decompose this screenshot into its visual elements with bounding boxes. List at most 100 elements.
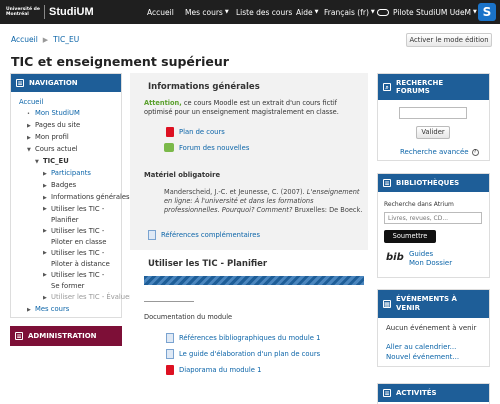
- breadcrumb: Accueil ▶ TIC_EU: [11, 35, 79, 44]
- logo-divider: [44, 5, 45, 19]
- nav-item-badges[interactable]: ▶ Badges: [19, 180, 113, 192]
- atrium-label: Recherche dans Atrium: [384, 201, 454, 208]
- studium-s-button[interactable]: S: [478, 3, 496, 21]
- nav-item-label: Informations générales: [51, 193, 130, 201]
- breadcrumb-separator-icon: ▶: [42, 35, 49, 44]
- nav-item-accueil[interactable]: Accueil: [19, 97, 113, 108]
- reference-text: Manderscheid, J.-C. et Jeunesse, C. (200…: [164, 188, 364, 215]
- activities-block: ≡ ACTIVITÉS: [377, 383, 490, 404]
- section-title: Informations générales: [148, 82, 260, 92]
- nav-item-mon-studium[interactable]: • Mon StudiUM: [19, 108, 113, 120]
- nav-item-informations-generales[interactable]: ▶ Informations générales: [19, 192, 130, 204]
- book-icon: ≡: [383, 179, 391, 187]
- nav-item-pages-du-site[interactable]: ▶ Pages du site: [19, 120, 113, 132]
- nav-item-piloter-classe[interactable]: ▶ Utiliser les TIC - Piloter en classe: [19, 226, 113, 248]
- nav-mes-cours-label: Mes cours: [185, 7, 223, 17]
- nav-item-participants[interactable]: ▶ Participants: [19, 168, 113, 180]
- nav-item-planifier[interactable]: ▶ Utiliser les TIC - Planifier: [19, 204, 113, 226]
- triangle-right-icon: ▶: [43, 183, 47, 189]
- nav-item-evaluer[interactable]: ▶ Utiliser les TIC - Évaluer: [19, 292, 132, 304]
- page-icon: [148, 230, 156, 240]
- events-header[interactable]: ▦ ÉVÉNEMENTS À VENIR: [378, 290, 489, 318]
- resource-references-complementaires[interactable]: Références complémentaires: [148, 230, 260, 240]
- nav-accueil[interactable]: Accueil: [147, 0, 174, 24]
- attention-notice: Attention, ce cours Moodle est un extrai…: [144, 99, 366, 117]
- documentation-title: Documentation du module: [144, 313, 233, 321]
- nav-item-mon-profil[interactable]: ▶ Mon profil: [19, 132, 113, 144]
- resource-forum-nouvelles[interactable]: Forum des nouvelles: [164, 143, 249, 152]
- reference-publisher: Bruxelles: De Boeck.: [292, 206, 363, 214]
- nav-item-tic-eu[interactable]: ▼ TIC_EU: [19, 156, 113, 168]
- resource-guide-plan-de-cours[interactable]: Le guide d'élaboration d'un plan de cour…: [166, 349, 320, 359]
- breadcrumb-accueil[interactable]: Accueil: [11, 35, 38, 44]
- page-icon: [166, 333, 174, 343]
- udem-logo-mark: Université de Montréal: [6, 7, 40, 17]
- chevron-down-icon: ▼: [370, 9, 375, 15]
- triangle-down-icon: ▼: [35, 159, 39, 165]
- navigation-title: NAVIGATION: [29, 79, 78, 87]
- block-toggle-icon: ≡: [15, 332, 23, 340]
- user-menu[interactable]: Pilote StudiUM UdeM ▼: [377, 0, 477, 24]
- nav-liste-des-cours[interactable]: Liste des cours: [236, 0, 292, 24]
- navigation-header[interactable]: ≡ NAVIGATION: [11, 74, 121, 92]
- triangle-right-icon: ▶: [43, 250, 47, 256]
- resource-label: Plan de cours: [179, 128, 225, 136]
- bullet-icon: •: [27, 111, 30, 117]
- library-guides-link[interactable]: Guides: [409, 250, 452, 259]
- nav-item-label: Mon profil: [35, 133, 69, 141]
- studium-logo-text: StudiUM: [49, 6, 94, 18]
- triangle-right-icon: ▶: [43, 228, 47, 234]
- nav-mes-cours[interactable]: Mes cours ▼: [185, 0, 229, 24]
- nav-item-label: Utiliser les TIC - Piloter à distance: [51, 249, 110, 268]
- administration-header[interactable]: ≡ ADMINISTRATION: [10, 326, 122, 346]
- libraries-header[interactable]: ≡ BIBLIOTHÈQUES: [378, 174, 489, 192]
- events-block: ▦ ÉVÉNEMENTS À VENIR Aucun événement à v…: [377, 289, 490, 367]
- resource-diaporama[interactable]: Diaporama du module 1: [166, 365, 261, 375]
- nav-item-label: Utiliser les TIC - Piloter en classe: [51, 227, 107, 246]
- divider: [144, 301, 194, 302]
- nav-item-label: Participants: [51, 169, 91, 177]
- breadcrumb-course[interactable]: TIC_EU: [53, 35, 79, 44]
- atrium-search-input[interactable]: [384, 212, 482, 224]
- site-logo[interactable]: Université de Montréal StudiUM: [6, 4, 94, 20]
- resource-plan-de-cours[interactable]: Plan de cours: [166, 127, 225, 137]
- search-forums-header[interactable]: ⌕ RECHERCHE FORUMS: [378, 74, 489, 100]
- administration-block: ≡ ADMINISTRATION: [10, 326, 122, 346]
- activities-header[interactable]: ≡ ACTIVITÉS: [378, 384, 489, 402]
- search-forums-input[interactable]: [399, 107, 467, 119]
- no-events-text: Aucun événement à venir: [386, 324, 477, 332]
- triangle-right-icon: ▶: [27, 123, 31, 129]
- calendar-icon: ▦: [383, 300, 391, 308]
- nav-item-label: Badges: [51, 181, 77, 189]
- new-event-link[interactable]: Nouvel événement...: [386, 352, 459, 362]
- advanced-search-link[interactable]: Recherche avancée ?: [400, 148, 479, 156]
- atrium-submit-button[interactable]: Soumettre: [384, 230, 436, 243]
- search-validate-button[interactable]: Valider: [416, 126, 450, 139]
- libraries-block: ≡ BIBLIOTHÈQUES Recherche dans Atrium So…: [377, 173, 490, 278]
- library-links: Guides Mon Dossier: [409, 250, 452, 268]
- resource-references-bibliographiques[interactable]: Références bibliographiques du module 1: [166, 333, 320, 343]
- nav-aide[interactable]: Aide ▼: [296, 0, 318, 24]
- resource-label: Références complémentaires: [161, 231, 261, 239]
- library-dossier-link[interactable]: Mon Dossier: [409, 259, 452, 268]
- language-menu[interactable]: Français (fr) ▼: [324, 0, 375, 24]
- nav-item-se-former[interactable]: ▶ Utiliser les TIC - Se former: [19, 270, 113, 292]
- triangle-right-icon: ▶: [27, 135, 31, 141]
- pdf-icon: [166, 127, 174, 137]
- section-planifier-title: Utiliser les TIC - Planifier: [148, 259, 268, 269]
- chevron-down-icon: ▼: [224, 9, 229, 15]
- search-forums-title: RECHERCHE FORUMS: [396, 79, 444, 95]
- help-icon[interactable]: ?: [471, 148, 479, 156]
- nav-aide-label: Aide: [296, 7, 313, 17]
- nav-item-mes-cours[interactable]: ▶ Mes cours: [19, 304, 113, 316]
- go-to-calendar-link[interactable]: Aller au calendrier...: [386, 342, 459, 352]
- resource-label: Diaporama du module 1: [179, 366, 262, 374]
- nav-item-label: Utiliser les TIC - Planifier: [51, 205, 105, 224]
- activities-icon: ≡: [383, 389, 391, 397]
- block-toggle-icon: ≡: [16, 79, 24, 87]
- nav-item-cours-actuel[interactable]: ▼ Cours actuel: [19, 144, 113, 156]
- nav-item-piloter-distance[interactable]: ▶ Utiliser les TIC - Piloter à distance: [19, 248, 113, 270]
- page-icon: [166, 349, 174, 359]
- edit-mode-button[interactable]: Activer le mode édition: [406, 33, 492, 47]
- section-banner: [144, 276, 364, 285]
